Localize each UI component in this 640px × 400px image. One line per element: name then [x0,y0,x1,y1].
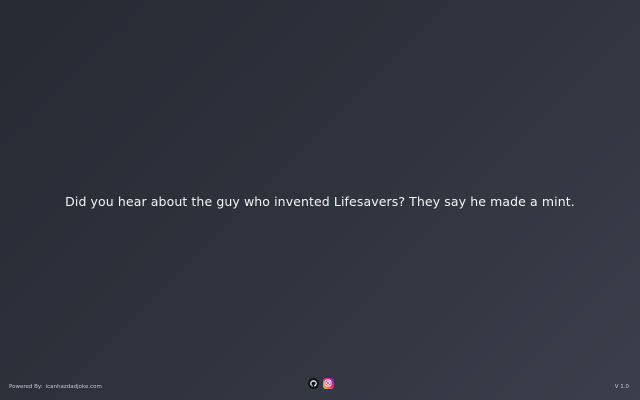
powered-by-link[interactable]: icanhazdadjoke.com [46,384,102,390]
social-links [307,377,334,389]
powered-by-label: Powered By: [9,384,43,390]
github-icon[interactable] [307,377,319,389]
version-label: V 1.0 [614,384,629,390]
powered-by: Powered By: icanhazdadjoke.com [9,384,102,390]
joke-text: Did you hear about the guy who invented … [65,194,575,209]
joke-container: Did you hear about the guy who invented … [0,191,640,210]
instagram-icon[interactable] [322,377,334,389]
